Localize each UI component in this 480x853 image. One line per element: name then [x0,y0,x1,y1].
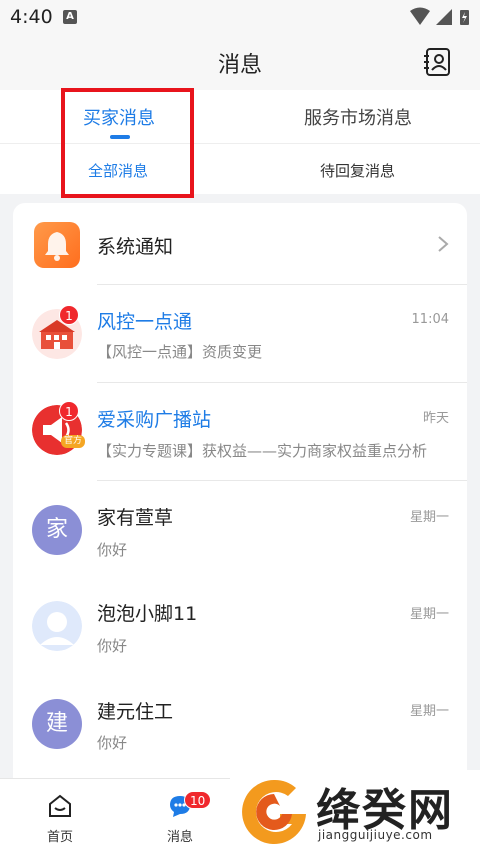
bell-icon [34,222,80,268]
conversation-time: 星期一 [409,607,449,622]
header: 消息 [0,34,480,90]
conversation-preview: 【风控一点通】资质变更 [97,343,263,361]
tab-pending-reply[interactable]: 待回复消息 [320,160,395,181]
system-notification-label: 系统通知 [97,236,174,258]
conversation-name: 爱采购广播站 [97,409,212,431]
official-tag: 官方 [61,435,85,448]
conversation-time: 11:04 [411,312,449,327]
status-time: 4:40 [10,6,53,28]
highlight-annotation [61,88,194,198]
avatar: 家 [32,505,82,555]
conversation-name: 风控一点通 [97,311,193,333]
avatar: 建 [32,699,82,749]
contacts-icon[interactable] [424,47,452,77]
conversation-preview: 【实力专题课】获权益——实力商家权益重点分析 [97,442,428,460]
nav-home-label: 首页 [46,830,73,845]
home-icon [49,794,71,817]
conversation-time: 昨天 [422,411,449,426]
status-icons [410,7,469,25]
watermark-logo [242,779,306,844]
watermark: 绛癸网 jiangguijiuye.com [230,770,480,853]
conversation-preview: 你好 [97,541,128,559]
default-user-avatar [32,601,82,651]
chevron-right-icon [438,236,449,252]
list-item[interactable]: 官方 1 爱采购广播站 昨天 【实力专题课】获权益——实力商家权益重点分析 [13,383,467,481]
unread-badge: 1 [59,401,79,421]
conversation-time: 星期一 [409,704,449,719]
nav-messages[interactable]: 10 消息 [140,779,220,853]
nav-messages-badge: 10 [184,791,212,809]
list-item[interactable]: 1 风控一点通 11:04 【风控一点通】资质变更 [13,285,467,383]
conversation-preview: 你好 [97,734,128,752]
nav-messages-label: 消息 [166,830,193,845]
page-title: 消息 [217,53,262,78]
system-notification-row[interactable]: 系统通知 [13,203,467,285]
tab-service-market-messages[interactable]: 服务市场消息 [304,104,412,130]
conversation-preview: 你好 [97,637,128,655]
list-item[interactable]: 泡泡小脚11 星期一 你好 [13,577,467,675]
watermark-url: jiangguijiuye.com [318,828,433,842]
conversation-name: 家有萱草 [97,507,174,529]
list-item[interactable]: 建 建元住工 星期一 你好 [13,675,467,775]
unread-badge: 1 [59,305,79,325]
conversation-name: 泡泡小脚11 [97,603,198,625]
signal-icon [436,9,452,25]
notification-icon: A [63,10,77,24]
status-bar: 4:40 A [0,0,480,34]
list-item[interactable]: 家 家有萱草 星期一 你好 [13,481,467,577]
nav-home[interactable]: 首页 [20,779,100,853]
wifi-icon [410,7,430,25]
conversation-name: 建元住工 [97,701,174,723]
conversation-time: 星期一 [409,510,449,525]
message-list: 系统通知 1 风控一点通 11:04 【风控一点通】资质变更 官方 1 爱采购广… [13,203,467,803]
